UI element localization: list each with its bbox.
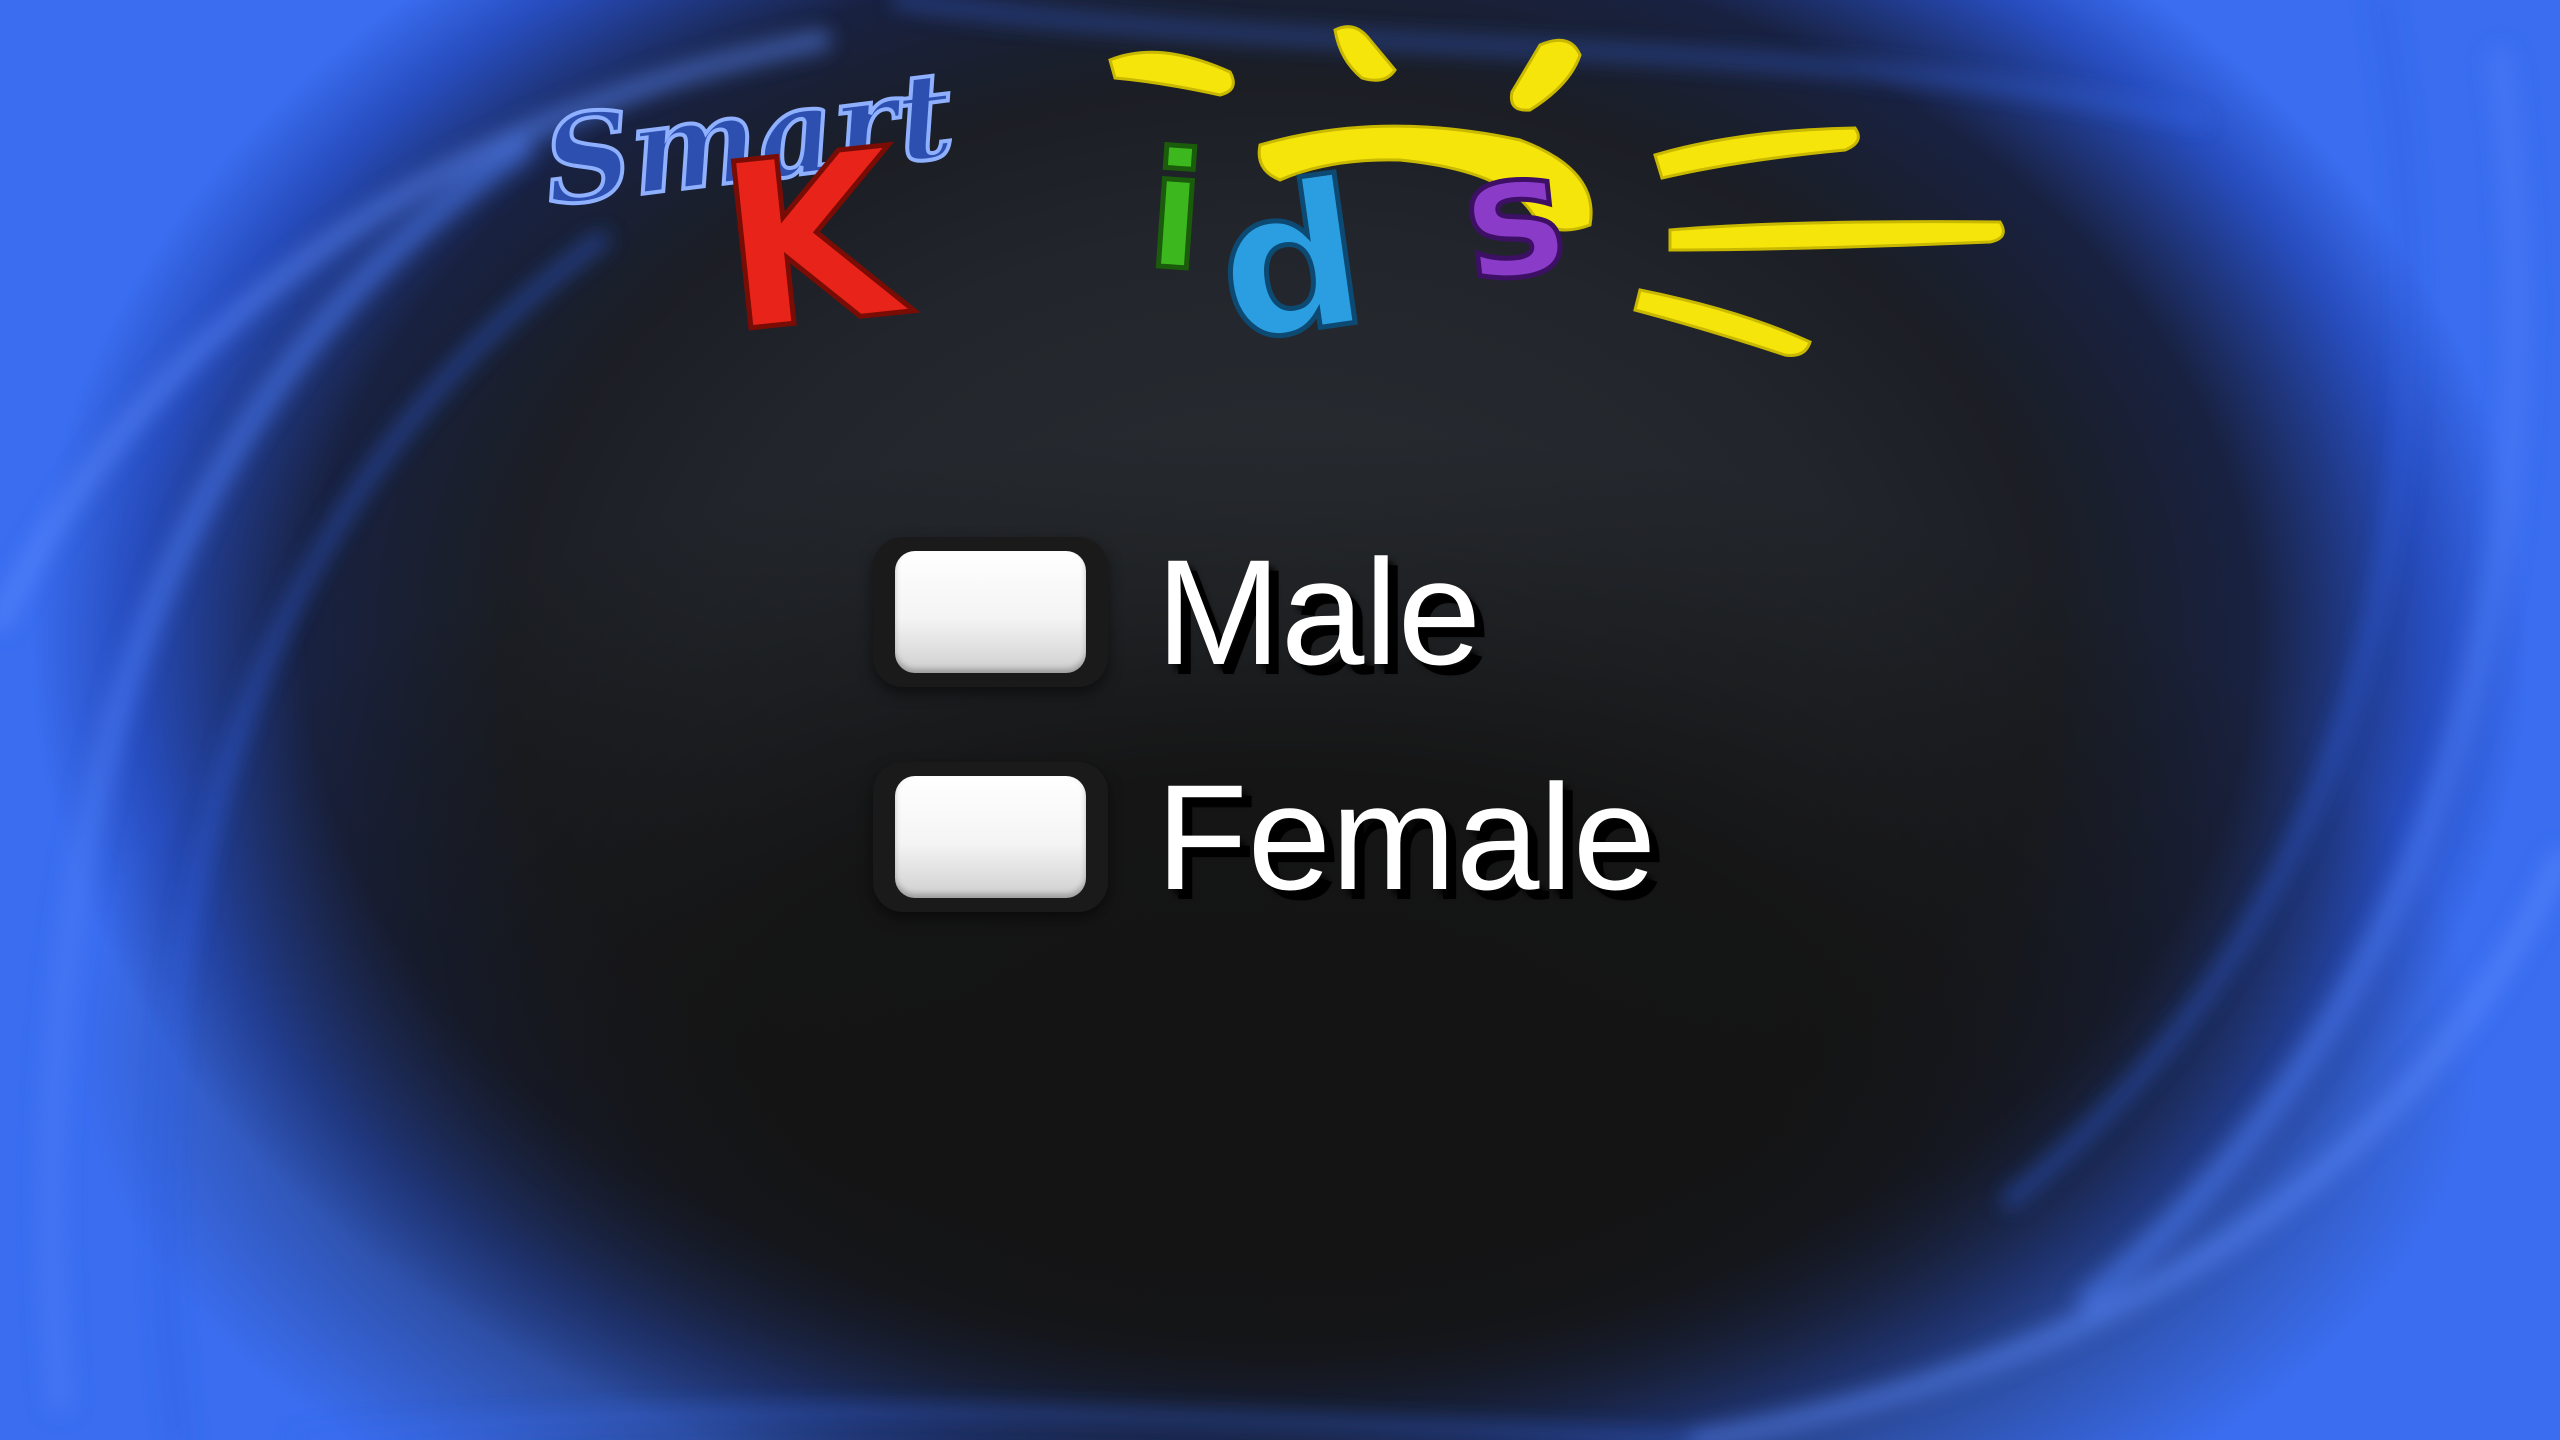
male-checkbox[interactable]: [873, 537, 1108, 687]
logo-letter-s: s: [1454, 113, 1575, 320]
female-checkbox[interactable]: [873, 762, 1108, 912]
female-label[interactable]: Female: [1156, 762, 1656, 912]
gender-option-male[interactable]: Male: [873, 537, 1481, 687]
female-checkbox-face: [895, 776, 1086, 898]
smart-kids-logo: Smart K i d s: [540, 25, 2005, 370]
game-screen: Smart K i d s Male Female: [0, 0, 2560, 1440]
gender-option-female[interactable]: Female: [873, 762, 1656, 912]
logo-letter-d: d: [1204, 137, 1378, 370]
male-checkbox-face: [895, 551, 1086, 673]
logo-letter-i: i: [1142, 116, 1210, 306]
logo-letter-k: K: [708, 100, 921, 370]
male-label[interactable]: Male: [1156, 537, 1481, 687]
